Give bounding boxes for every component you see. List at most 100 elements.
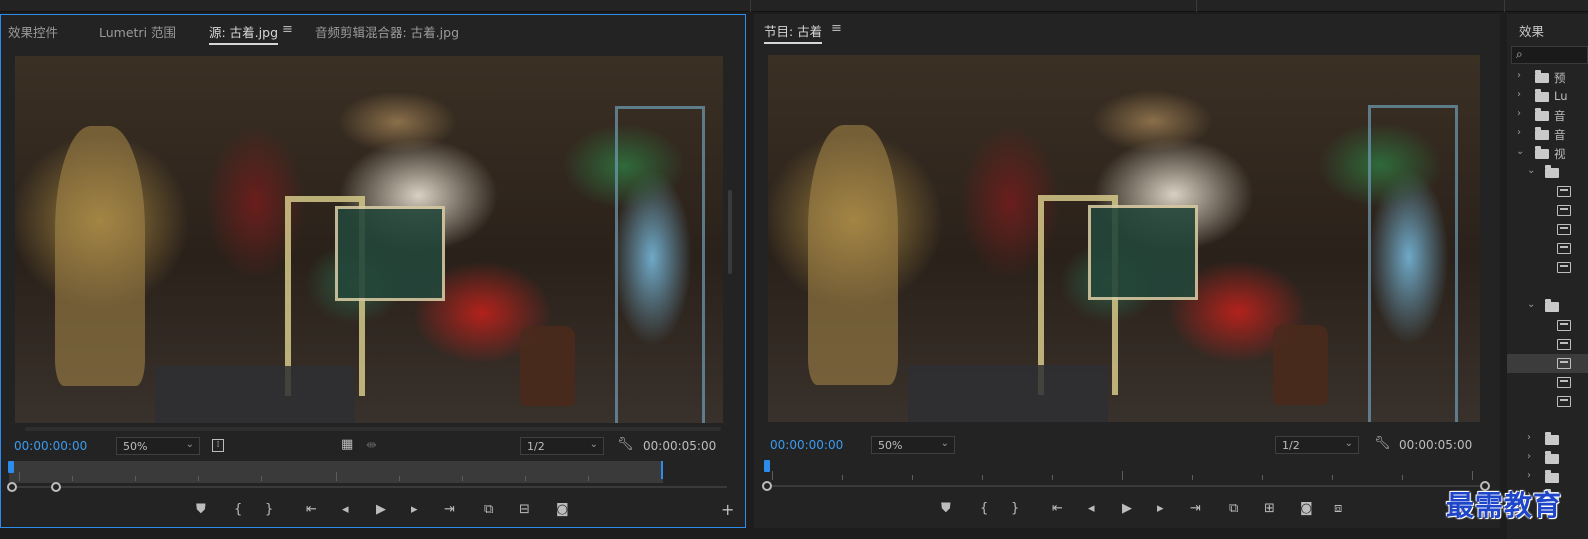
effect-icon (1557, 205, 1571, 216)
program-video-frame[interactable] (768, 55, 1480, 422)
zoom-handle-left[interactable] (762, 481, 772, 491)
vertical-scrollbar[interactable] (728, 190, 732, 274)
mark-in-icon[interactable]: { (234, 503, 242, 516)
tree-subfolder[interactable]: ⌄ (1507, 297, 1588, 316)
tree-effect-item[interactable] (1507, 182, 1588, 201)
chevron-down-icon[interactable]: ⌄ (1527, 299, 1535, 310)
source-video-frame[interactable] (15, 56, 723, 423)
lift-icon[interactable]: ⧉ (1229, 502, 1238, 515)
tree-effect-item-selected[interactable] (1507, 354, 1588, 373)
go-to-in-icon[interactable]: ⇤ (1052, 502, 1063, 515)
tab-lumetri-scopes[interactable]: Lumetri 范围 (99, 22, 176, 41)
comparison-view-icon[interactable]: ⧈ (1334, 502, 1342, 515)
zoom-handle-right[interactable] (51, 482, 61, 492)
camera-icon[interactable]: ◙ (1300, 502, 1313, 515)
resolution-select[interactable]: 1/2 ⌄ (1275, 436, 1359, 454)
effects-search-input[interactable]: ⌕ (1511, 46, 1588, 64)
tree-subfolder[interactable]: ⌄ (1507, 163, 1588, 182)
zoom-scroll-bar[interactable] (7, 480, 733, 494)
effect-icon (1557, 396, 1571, 407)
video-content-boots (520, 326, 575, 406)
insert-drag-icon[interactable]: ⇼ (366, 439, 377, 452)
resolution-select[interactable]: 1/2 ⌄ (520, 437, 604, 455)
extract-icon[interactable]: ⊞ (1264, 502, 1275, 515)
tree-subfolder[interactable]: › (1507, 449, 1588, 468)
overwrite-icon[interactable]: ⊟ (519, 503, 530, 516)
chevron-down-icon[interactable]: ⌄ (1527, 165, 1535, 176)
chevron-right-icon[interactable]: › (1527, 470, 1531, 481)
go-to-out-icon[interactable]: ⇥ (1190, 502, 1201, 515)
tree-effect-item[interactable] (1507, 201, 1588, 220)
tree-effect-item[interactable] (1507, 392, 1588, 411)
add-marker-icon[interactable]: ⛊ (196, 503, 206, 516)
wrench-icon[interactable]: 🔧︎ (1374, 437, 1391, 450)
zoom-select[interactable]: 50% ⌄ (871, 436, 955, 454)
chevron-right-icon[interactable]: › (1517, 70, 1521, 81)
camera-icon[interactable]: ◙ (556, 503, 569, 516)
tree-item-audio-effects[interactable]: › 音 (1507, 106, 1588, 125)
fit-frame-icon[interactable]: ⁞ (212, 439, 224, 452)
add-button-icon[interactable]: + (721, 502, 734, 518)
current-timecode[interactable]: 00:00:00:00 (14, 439, 87, 453)
tab-effect-controls[interactable]: 效果控件 (8, 22, 58, 41)
tree-effect-item[interactable] (1507, 316, 1588, 335)
tree-effect-item[interactable] (1507, 258, 1588, 277)
chevron-right-icon[interactable]: › (1517, 127, 1521, 138)
zoom-handle-left[interactable] (7, 482, 17, 492)
source-panel-tabs: 效果控件 Lumetri 范围 源: 古着.jpg ≡ 音频剪辑混合器: 古着.… (1, 15, 745, 45)
current-timecode[interactable]: 00:00:00:00 (770, 438, 843, 452)
tab-audio-clip-mixer[interactable]: 音频剪辑混合器: 古着.jpg (315, 22, 459, 41)
tree-item-video-effects[interactable]: ⌄ 视 (1507, 144, 1588, 163)
tree-item-lumetri[interactable]: › Lu (1507, 87, 1588, 106)
tree-effect-item[interactable] (1507, 373, 1588, 392)
step-back-icon[interactable]: ◂ (1088, 502, 1095, 515)
program-transport-controls: ⛊ { } ⇤ ◂ ▶ ▸ ⇥ ⧉ ⊞ ◙ ⧈ (754, 502, 1500, 520)
go-to-out-icon[interactable]: ⇥ (444, 503, 455, 516)
step-back-icon[interactable]: ◂ (342, 503, 349, 516)
chevron-right-icon[interactable]: › (1517, 108, 1521, 119)
tree-effect-item[interactable] (1507, 220, 1588, 239)
go-to-in-icon[interactable]: ⇤ (306, 503, 317, 516)
zoom-scroll-bar[interactable] (762, 479, 1492, 493)
chevron-right-icon[interactable]: › (1517, 89, 1521, 100)
chevron-right-icon[interactable]: › (1527, 451, 1531, 462)
hamburger-icon[interactable]: ≡ (282, 22, 293, 37)
play-icon[interactable]: ▶ (1122, 502, 1132, 515)
tree-effect-item[interactable] (1507, 239, 1588, 258)
step-forward-icon[interactable]: ▸ (1157, 502, 1164, 515)
tab-source[interactable]: 源: 古着.jpg (209, 22, 279, 45)
effect-icon (1557, 186, 1571, 197)
mark-out-icon[interactable]: } (265, 503, 273, 516)
chevron-down-icon[interactable]: ⌄ (1516, 146, 1524, 157)
playhead[interactable] (8, 461, 14, 473)
mark-in-icon[interactable]: { (980, 502, 988, 515)
tab-program[interactable]: 节目: 古着 (764, 21, 823, 44)
mark-out-icon[interactable]: } (1011, 502, 1019, 515)
folder-icon (1535, 108, 1549, 121)
insert-icon[interactable]: ⧉ (484, 503, 493, 516)
watermark-logo: 最需教育 (1446, 489, 1563, 522)
wrench-icon[interactable]: 🔧︎ (617, 438, 634, 451)
step-forward-icon[interactable]: ▸ (411, 503, 418, 516)
folder-icon (1545, 165, 1559, 178)
playhead[interactable] (764, 460, 770, 472)
horizontal-scrollbar[interactable] (25, 427, 721, 431)
hamburger-icon[interactable]: ≡ (831, 21, 842, 36)
out-point-marker[interactable] (661, 461, 663, 479)
chevron-right-icon[interactable]: › (1527, 432, 1531, 443)
tree-subfolder[interactable]: › (1507, 430, 1588, 449)
zoom-select[interactable]: 50% ⌄ (116, 437, 200, 455)
folder-icon (1545, 470, 1559, 483)
program-monitor-panel: 节目: 古着 ≡ 00:00:00:00 50% ⌄ 1/2 ⌄ 🔧︎ 00:0… (754, 14, 1500, 528)
effects-panel-title[interactable]: 效果 (1519, 21, 1544, 40)
chevron-down-icon: ⌄ (1344, 438, 1353, 449)
folder-icon (1545, 451, 1559, 464)
add-marker-icon[interactable]: ⛊ (941, 502, 951, 515)
tree-effect-item[interactable] (1507, 335, 1588, 354)
tree-item-presets[interactable]: › 预 (1507, 68, 1588, 87)
play-icon[interactable]: ▶ (376, 503, 386, 516)
tree-item-label: 音 (1554, 109, 1566, 123)
video-content-floor (155, 366, 355, 423)
filmstrip-icon[interactable]: ▦ (341, 438, 353, 451)
tree-item-audio-transitions[interactable]: › 音 (1507, 125, 1588, 144)
